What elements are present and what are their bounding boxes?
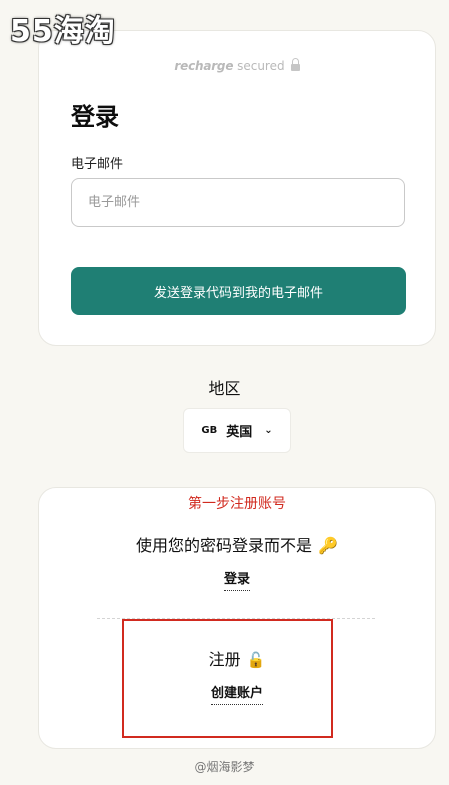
secure-badge: recharge secured [39, 58, 435, 73]
secure-brand: recharge [174, 59, 234, 73]
key-icon: 🔑 [318, 536, 338, 555]
secure-text: secured [233, 59, 285, 73]
watermark-logo: 55海淘 [10, 14, 116, 49]
unlock-icon: 🔓 [246, 651, 266, 669]
register-title: 注册 [208, 650, 241, 669]
chevron-down-icon: ⌄ [264, 425, 273, 436]
annotation-step-label: 第一步注册账号 [188, 496, 286, 512]
region-country: 英国 [226, 425, 253, 440]
region-title: 地区 [208, 379, 241, 398]
annotation-highlight-box [122, 619, 333, 738]
region-code: GB [201, 425, 218, 436]
page-title: 登录 [71, 103, 119, 131]
create-account-link-wrap: 创建账户 [39, 682, 435, 705]
alternate-options-card: 第一步注册账号 使用您的密码登录而不是 🔑 登录 注册 🔓 创建账户 [38, 487, 436, 749]
create-account-link[interactable]: 创建账户 [210, 682, 263, 705]
lock-icon [290, 58, 300, 71]
send-login-code-button[interactable]: 发送登录代码到我的电子邮件 [71, 267, 406, 315]
password-login-label: 使用您的密码登录而不是 [136, 536, 313, 555]
region-select[interactable]: GB 英国 ⌄ [183, 408, 291, 453]
password-login-link[interactable]: 登录 [223, 568, 250, 591]
email-field[interactable] [71, 178, 405, 227]
email-label: 电子邮件 [71, 157, 124, 172]
password-login-text: 使用您的密码登录而不是 🔑 [39, 532, 435, 556]
password-login-link-wrap: 登录 [39, 568, 435, 591]
login-card: recharge secured 登录 电子邮件 发送登录代码到我的电子邮件 [38, 30, 436, 346]
register-heading: 注册 🔓 [39, 646, 435, 670]
watermark-credit: @烟海影梦 [194, 760, 255, 774]
